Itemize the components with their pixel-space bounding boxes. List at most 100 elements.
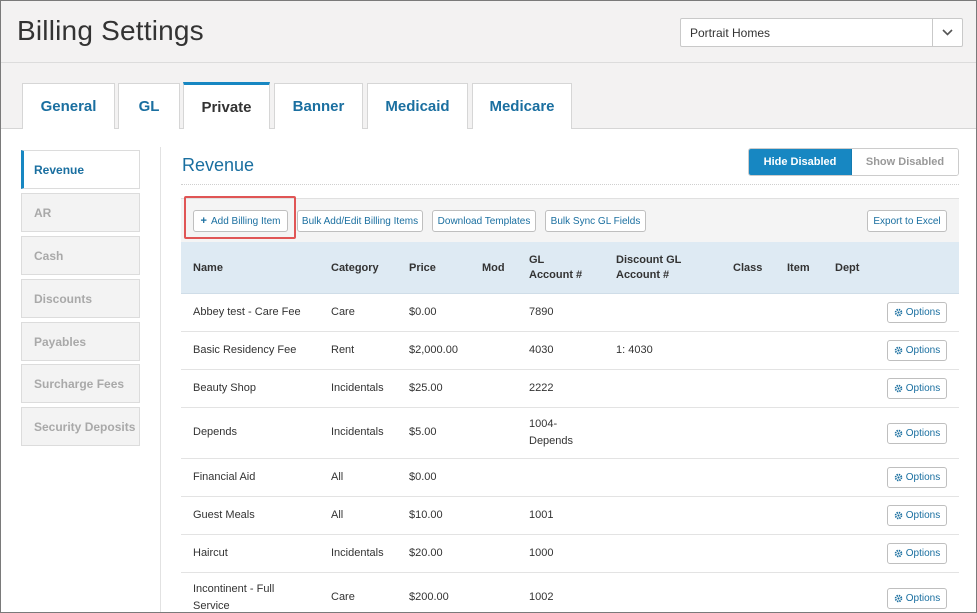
cell-gl: 1000 xyxy=(529,547,554,559)
tab-medicaid[interactable]: Medicaid xyxy=(367,83,468,129)
gear-icon xyxy=(894,346,903,355)
tab-medicare[interactable]: Medicare xyxy=(472,83,572,129)
table-row: Financial Aid All $0.00 Options xyxy=(181,459,959,497)
cell-price: $0.00 xyxy=(409,471,437,483)
cell-discount-gl: 1: 4030 xyxy=(616,344,653,356)
cell-price: $10.00 xyxy=(409,509,443,521)
table-toolbar: + Add Billing Item Bulk Add/Edit Billing… xyxy=(181,198,959,242)
cell-name: Incontinent - Full Service xyxy=(193,581,275,612)
cell-name-line2: Service xyxy=(193,600,230,612)
tab-private[interactable]: Private xyxy=(183,82,270,129)
content-divider xyxy=(160,147,161,612)
disabled-toggle: Hide Disabled Show Disabled xyxy=(748,148,959,176)
gear-icon xyxy=(894,429,903,438)
table-row: Depends Incidentals $5.00 1004- Depends … xyxy=(181,408,959,459)
col-dept: Dept xyxy=(835,262,860,274)
sidenav-item-ar[interactable]: AR xyxy=(21,193,140,232)
title-divider xyxy=(181,184,959,185)
cell-price: $2,000.00 xyxy=(409,344,458,356)
table-header: Name Category Price Mod GL Account # Dis… xyxy=(181,242,959,294)
col-discount-gl: Discount GL Account # xyxy=(616,253,681,283)
options-label: Options xyxy=(905,548,941,559)
table-row: Haircut Incidentals $20.00 1000 Options xyxy=(181,535,959,573)
options-button[interactable]: Options xyxy=(887,505,947,526)
download-templates-button[interactable]: Download Templates xyxy=(432,210,536,232)
gear-icon xyxy=(894,511,903,520)
options-button[interactable]: Options xyxy=(887,423,947,444)
options-button[interactable]: Options xyxy=(887,543,947,564)
col-price: Price xyxy=(409,262,436,274)
col-disc-line2: Account # xyxy=(616,269,670,281)
col-disc-line1: Discount GL xyxy=(616,254,682,266)
col-item: Item xyxy=(787,262,810,274)
cell-gl: 2222 xyxy=(529,382,554,394)
hide-disabled-button[interactable]: Hide Disabled xyxy=(749,149,852,175)
cell-price: $0.00 xyxy=(409,306,437,318)
cell-name: Haircut xyxy=(193,547,228,559)
cell-category: Incidentals xyxy=(331,426,384,438)
cell-name: Guest Meals xyxy=(193,509,255,521)
gear-icon xyxy=(894,384,903,393)
cell-name-line1: Incontinent - Full xyxy=(193,583,275,595)
cell-gl: 4030 xyxy=(529,344,554,356)
table-row: Incontinent - Full Service Care $200.00 … xyxy=(181,573,959,612)
tab-banner[interactable]: Banner xyxy=(274,83,363,129)
section-title: Revenue xyxy=(182,155,255,175)
cell-name: Beauty Shop xyxy=(193,382,256,394)
col-mod: Mod xyxy=(482,262,505,274)
options-button[interactable]: Options xyxy=(887,378,947,399)
cell-gl: 7890 xyxy=(529,306,554,318)
chevron-down-icon[interactable] xyxy=(932,19,962,46)
highlight-annotation xyxy=(184,196,296,239)
options-label: Options xyxy=(905,428,941,439)
export-excel-button[interactable]: Export to Excel xyxy=(867,210,947,232)
bulk-add-edit-button[interactable]: Bulk Add/Edit Billing Items xyxy=(297,210,423,232)
options-button[interactable]: Options xyxy=(887,467,947,488)
table-row: Guest Meals All $10.00 1001 Options xyxy=(181,497,959,535)
cell-category: Incidentals xyxy=(331,382,384,394)
cell-category: All xyxy=(331,471,344,483)
tab-general[interactable]: General xyxy=(22,83,115,129)
app-frame: Billing Settings Portrait Homes General … xyxy=(0,0,977,613)
cell-category: Care xyxy=(331,306,355,318)
cell-gl: 1001 xyxy=(529,509,554,521)
cell-name: Abbey test - Care Fee xyxy=(193,306,301,318)
options-button[interactable]: Options xyxy=(887,302,947,323)
cell-price: $200.00 xyxy=(409,591,449,603)
show-disabled-button[interactable]: Show Disabled xyxy=(852,149,958,175)
cell-price: $20.00 xyxy=(409,547,443,559)
gear-icon xyxy=(894,473,903,482)
tab-bar: General GL Private Banner Medicaid Medic… xyxy=(1,63,976,129)
options-button[interactable]: Options xyxy=(887,340,947,361)
sidenav-item-cash[interactable]: Cash xyxy=(21,236,140,275)
gear-icon xyxy=(894,594,903,603)
cell-name: Depends xyxy=(193,426,238,438)
cell-category: All xyxy=(331,509,344,521)
col-gl-account: GL Account # xyxy=(529,253,582,283)
options-button[interactable]: Options xyxy=(887,588,947,609)
cell-gl: 1002 xyxy=(529,591,554,603)
options-label: Options xyxy=(905,593,941,604)
col-gl-line1: GL xyxy=(529,254,545,266)
options-label: Options xyxy=(905,307,941,318)
sidenav-item-security-deposits[interactable]: Security Deposits xyxy=(21,407,140,446)
options-label: Options xyxy=(905,383,941,394)
cell-gl-line2: Depends xyxy=(529,435,574,447)
sidenav-item-surcharge-fees[interactable]: Surcharge Fees xyxy=(21,364,140,403)
col-class: Class xyxy=(733,262,763,274)
cell-price: $25.00 xyxy=(409,382,443,394)
gear-icon xyxy=(894,308,903,317)
page-header: Billing Settings Portrait Homes xyxy=(1,1,976,63)
cell-category: Incidentals xyxy=(331,547,384,559)
tab-gl[interactable]: GL xyxy=(118,83,180,129)
cell-category: Rent xyxy=(331,344,355,356)
cell-name: Financial Aid xyxy=(193,471,256,483)
facility-select-value: Portrait Homes xyxy=(690,26,771,40)
facility-select[interactable]: Portrait Homes xyxy=(680,18,963,47)
sidenav-item-discounts[interactable]: Discounts xyxy=(21,279,140,318)
cell-gl-line1: 1004- xyxy=(529,418,558,430)
bulk-sync-gl-button[interactable]: Bulk Sync GL Fields xyxy=(545,210,646,232)
sidenav-item-payables[interactable]: Payables xyxy=(21,322,140,361)
sidenav-item-revenue[interactable]: Revenue xyxy=(21,150,140,189)
table-row: Basic Residency Fee Rent $2,000.00 4030 … xyxy=(181,332,959,370)
